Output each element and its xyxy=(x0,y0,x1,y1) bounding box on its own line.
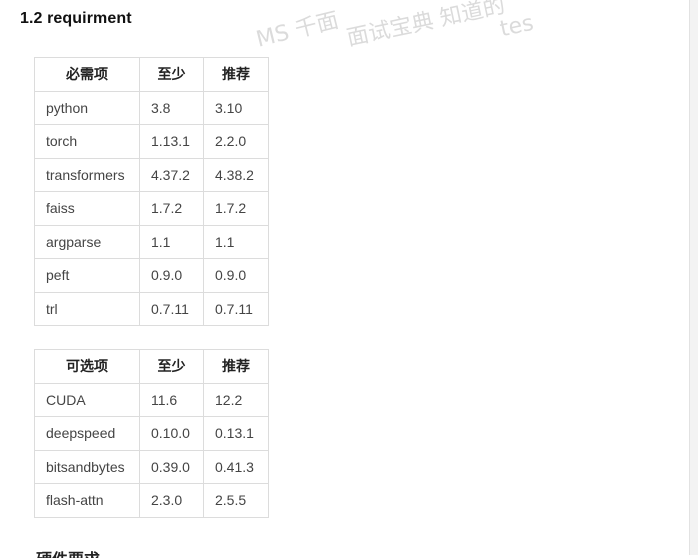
minimum-version-cell: 0.9.0 xyxy=(139,258,204,293)
package-name-cell: torch xyxy=(34,124,140,159)
table-row: python 3.8 3.10 xyxy=(34,90,269,125)
minimum-version-cell: 3.8 xyxy=(139,90,204,125)
table-row: transformers 4.37.2 4.38.2 xyxy=(34,157,269,192)
column-header-minimum: 至少 xyxy=(139,349,204,384)
column-header-recommended: 推荐 xyxy=(203,349,269,384)
recommended-version-cell: 0.13.1 xyxy=(203,416,269,451)
recommended-version-cell: 2.5.5 xyxy=(203,483,269,518)
table-row: flash-attn 2.3.0 2.5.5 xyxy=(34,483,269,518)
table-row: trl 0.7.11 0.7.11 xyxy=(34,291,269,326)
package-name-cell: peft xyxy=(34,258,140,293)
minimum-version-cell: 4.37.2 xyxy=(139,157,204,192)
package-name-cell: deepspeed xyxy=(34,416,140,451)
minimum-version-cell: 0.39.0 xyxy=(139,449,204,484)
recommended-version-cell: 4.38.2 xyxy=(203,157,269,192)
minimum-version-cell: 1.7.2 xyxy=(139,191,204,226)
watermark: MS 千面 面试宝典 知道的 tes xyxy=(255,0,575,48)
table-row: faiss 1.7.2 1.7.2 xyxy=(34,191,269,226)
recommended-version-cell: 2.2.0 xyxy=(203,124,269,159)
watermark-text: 面试宝典 知道的 xyxy=(344,0,508,48)
recommended-version-cell: 3.10 xyxy=(203,90,269,125)
watermark-text: tes xyxy=(497,10,536,43)
minimum-version-cell: 1.13.1 xyxy=(139,124,204,159)
column-header-recommended: 推荐 xyxy=(203,57,269,92)
watermark-text: MS 千面 xyxy=(255,8,342,48)
package-name-cell: flash-attn xyxy=(34,483,140,518)
recommended-version-cell: 0.41.3 xyxy=(203,449,269,484)
column-header-minimum: 至少 xyxy=(139,57,204,92)
table-header-row: 必需项 至少 推荐 xyxy=(34,57,269,92)
minimum-version-cell: 1.1 xyxy=(139,224,204,259)
package-name-cell: argparse xyxy=(34,224,140,259)
minimum-version-cell: 0.7.11 xyxy=(139,291,204,326)
table-row: CUDA 11.6 12.2 xyxy=(34,382,269,417)
scrollbar-track[interactable] xyxy=(689,0,698,555)
recommended-version-cell: 0.9.0 xyxy=(203,258,269,293)
next-section-heading-partial: 硬件要求 xyxy=(36,546,100,558)
table-row: deepspeed 0.10.0 0.13.1 xyxy=(34,416,269,451)
recommended-version-cell: 1.7.2 xyxy=(203,191,269,226)
package-name-cell: trl xyxy=(34,291,140,326)
section-heading: 1.2 requirment xyxy=(20,10,132,27)
column-header-required: 必需项 xyxy=(34,57,140,92)
package-name-cell: bitsandbytes xyxy=(34,449,140,484)
table-row: torch 1.13.1 2.2.0 xyxy=(34,124,269,159)
recommended-version-cell: 1.1 xyxy=(203,224,269,259)
table-row: bitsandbytes 0.39.0 0.41.3 xyxy=(34,449,269,484)
table-header-row: 可选项 至少 推荐 xyxy=(34,349,269,384)
package-name-cell: transformers xyxy=(34,157,140,192)
document-page: 1.2 requirment MS 千面 面试宝典 知道的 tes 必需项 至少… xyxy=(0,0,690,558)
recommended-version-cell: 12.2 xyxy=(203,382,269,417)
package-name-cell: python xyxy=(34,90,140,125)
required-dependencies-table: 必需项 至少 推荐 python 3.8 3.10 torch 1.13.1 2… xyxy=(34,57,269,326)
package-name-cell: faiss xyxy=(34,191,140,226)
optional-dependencies-table: 可选项 至少 推荐 CUDA 11.6 12.2 deepspeed 0.10.… xyxy=(34,349,269,518)
recommended-version-cell: 0.7.11 xyxy=(203,291,269,326)
minimum-version-cell: 2.3.0 xyxy=(139,483,204,518)
table-row: argparse 1.1 1.1 xyxy=(34,224,269,259)
minimum-version-cell: 0.10.0 xyxy=(139,416,204,451)
column-header-optional: 可选项 xyxy=(34,349,140,384)
minimum-version-cell: 11.6 xyxy=(139,382,204,417)
package-name-cell: CUDA xyxy=(34,382,140,417)
table-row: peft 0.9.0 0.9.0 xyxy=(34,258,269,293)
